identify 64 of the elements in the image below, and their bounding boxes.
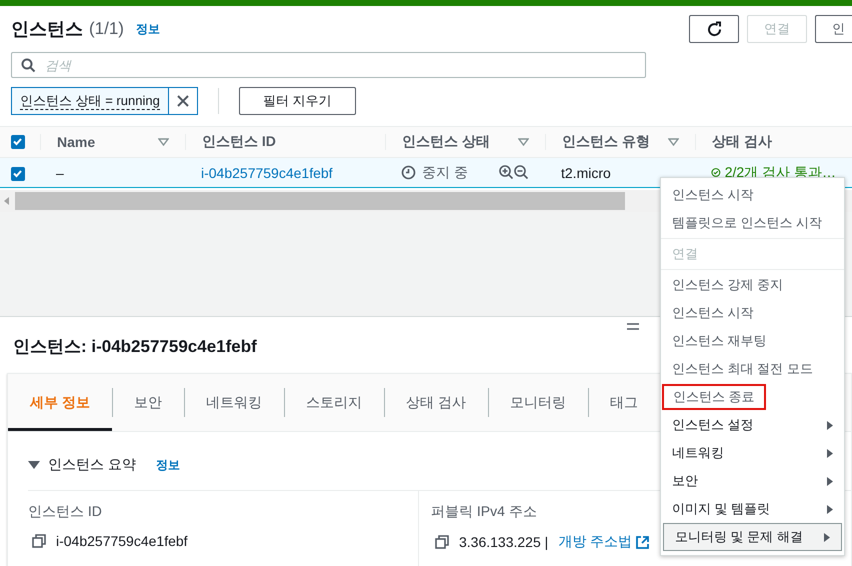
action-button[interactable]: 인 [815,15,852,43]
clock-icon [401,165,416,180]
field-label: 퍼블릭 IPv4 주소 [431,503,538,521]
refresh-icon [706,20,722,38]
remove-filter-button[interactable] [168,88,197,114]
submenu-arrow-icon [827,504,833,514]
zoom-out-icon[interactable] [514,165,529,180]
filter-triangle-icon[interactable] [158,138,169,146]
tab[interactable]: 상태 검사 [384,374,488,431]
copy-icon[interactable] [435,535,449,549]
details-title: 인스턴스: i-04b257759c4e1febf [13,337,257,356]
table-cell: – [40,158,185,188]
refresh-button[interactable] [689,15,739,43]
field-value: 3.36.133.225 | [459,534,548,550]
menu-item[interactable]: 인스턴스 설정 [661,411,844,439]
column-header[interactable]: Name [40,126,185,158]
open-address-link[interactable]: 개방 주소법 [558,533,650,551]
copy-icon[interactable] [32,534,46,548]
menu-item[interactable]: 인스턴스 강제 중지 [661,271,844,299]
search-icon [21,58,36,73]
filter-text[interactable]: 인스턴스 상태 = running [20,92,160,110]
column-header[interactable]: 상태 검사 [695,126,852,158]
menu-item[interactable]: 인스턴스 종료 [662,384,766,410]
menu-item[interactable]: 인스턴스 재부팅 [661,327,844,355]
info-link[interactable]: 정보 [136,20,160,38]
menu-item[interactable]: 모니터링 및 문제 해결 [663,523,842,551]
check-circle-icon [711,165,721,180]
clear-filters-button[interactable]: 필터 지우기 [238,87,356,115]
checkbox[interactable] [11,166,25,181]
info-link[interactable]: 정보 [156,456,180,474]
menu-item[interactable]: 인스턴스 시작 [661,299,844,327]
submenu-arrow-icon [824,532,830,542]
checkbox[interactable] [11,135,25,149]
page-title: 인스턴스 [11,18,83,41]
menu-item[interactable]: 보안 [661,467,844,495]
filter-triangle-icon[interactable] [518,138,529,146]
tab[interactable]: 태그 [588,374,660,431]
search-field[interactable]: 검색 [11,52,646,78]
tab[interactable]: 스토리지 [284,374,384,431]
caret-icon[interactable] [28,460,40,470]
instance-state: 중지 중 [422,164,468,182]
tab[interactable]: 네트워킹 [184,374,284,431]
scrollbar-thumb[interactable] [15,192,625,210]
submenu-arrow-icon [827,448,833,458]
menu-item[interactable]: 인스턴스 최대 절전 모드 [661,355,844,383]
zoom-in-icon[interactable] [499,165,514,180]
submenu-arrow-icon [827,420,833,430]
tab[interactable]: 모니터링 [488,374,588,431]
menu-item[interactable]: 네트워킹 [661,439,844,467]
submenu-arrow-icon [827,476,833,486]
menu-item[interactable]: 이미지 및 템플릿 [661,495,844,523]
field-value: i-04b257759c4e1febf [56,533,188,549]
column-header[interactable]: 인스턴스 ID [185,126,385,158]
section-title[interactable]: 인스턴스 요약 [48,456,136,474]
drag-handle-icon[interactable] [627,323,639,330]
field-label: 인스턴스 ID [28,503,103,521]
close-icon [176,94,190,108]
column-header[interactable]: 인스턴스 상태 [385,126,545,158]
filter-triangle-icon[interactable] [668,138,679,146]
column-header[interactable]: 인스턴스 유형 [545,126,695,158]
external-link-icon[interactable] [636,536,650,548]
menu-item[interactable]: 템플릿으로 인스턴스 시작 [661,209,844,237]
instance-count: (1/1) [89,19,124,39]
tab[interactable]: 보안 [112,374,184,431]
